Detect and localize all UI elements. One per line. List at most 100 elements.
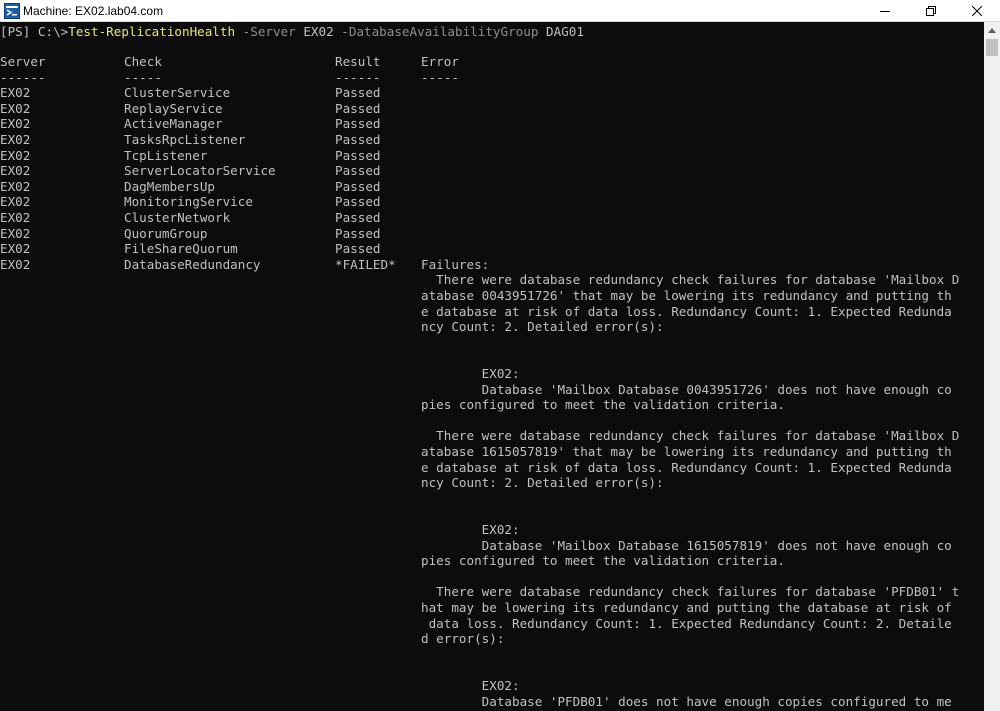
console-output[interactable]: [PS] C:\>Test-ReplicationHealth -Server … [0,22,984,711]
table-header: Server Check Result Error [0,54,984,70]
error-line: There were database redundancy check fai… [421,428,960,444]
error-line: Database 'PFDB01' does not have enough c… [421,693,952,709]
dag-parameter: -DatabaseAvailabilityGroup [341,24,539,39]
minimize-icon [880,11,890,12]
powershell-app-icon [4,3,20,19]
server-cell: EX02 [0,210,31,225]
check-cell: QuorumGroup [124,225,208,241]
error-line: pies configured to meet the validation c… [421,397,785,413]
server-cell: EX02 [0,132,31,147]
table-row: EX02 FileShareQuorum Passed [0,241,984,257]
table-row: EX02 MonitoringService Passed [0,194,984,210]
table-row: EX02 TasksRpcListener Passed [0,132,984,148]
server-value: EX02 [303,24,334,39]
error-line: There were database redundancy check fai… [421,584,960,600]
result-cell: Passed [335,147,381,163]
server-cell: EX02 [0,194,31,210]
error-line: EX02: [421,366,520,381]
result-cell: Passed [335,225,381,241]
table-row: EX02 ServerLocatorService Passed [0,163,984,179]
result-cell: Passed [335,163,381,179]
restore-button[interactable] [908,0,954,22]
table-row: EX02 ClusterNetwork Passed [0,210,984,226]
error-line: Database 'Mailbox Database 1615057819' d… [421,537,952,553]
error-line: Failures: [421,256,490,272]
header-check: Check [124,54,162,69]
check-cell: ActiveManager [124,116,223,132]
error-line: EX02: [421,522,520,537]
scroll-thumb[interactable] [986,39,998,56]
server-cell: EX02 [0,256,31,272]
server-parameter: -Server [242,24,296,39]
restore-icon [926,6,936,16]
server-cell: EX02 [0,241,31,257]
error-line: ncy Count: 2. Detailed error(s): [421,319,664,335]
table-row: EX02 ActiveManager Passed [0,116,984,132]
close-button[interactable] [954,0,1000,22]
table-row: EX02 DagMembersUp Passed [0,179,984,195]
result-cell: Passed [335,194,381,210]
error-line: pies configured to meet the validation c… [421,553,785,569]
result-cell: Passed [335,178,381,194]
check-cell: DagMembersUp [124,178,215,194]
error-line: atabase 0043951726' that may be lowering… [421,288,952,303]
table-row: EX02 ClusterService Passed [0,85,984,101]
result-cell: Passed [335,132,381,147]
table-row: EX02 QuorumGroup Passed [0,226,984,242]
result-cell: *FAILED* [335,256,396,272]
server-cell: EX02 [0,100,31,116]
prompt-text: [PS] C:\> [0,24,69,39]
check-cell: TasksRpcListener [124,132,246,147]
title-bar[interactable]: Machine: EX02.lab04.com [0,0,1000,22]
check-cell: ClusterService [124,85,231,101]
separator-result: ------ [335,69,381,85]
error-line: Database 'Mailbox Database 0043951726' d… [421,381,952,397]
separator-check: ----- [124,69,162,85]
header-server: Server [0,54,46,69]
separator-error: ----- [421,69,459,85]
vertical-scrollbar[interactable] [984,22,1000,711]
error-line: e database at risk of data loss. Redunda… [421,303,952,319]
cmdlet-name: Test-ReplicationHealth [68,24,236,39]
chevron-up-icon [988,27,996,33]
check-cell: TcpListener [124,147,208,163]
server-cell: EX02 [0,163,31,179]
server-cell: EX02 [0,85,31,101]
close-icon [972,6,982,16]
check-cell: ReplayService [124,100,223,116]
check-cell: ServerLocatorService [124,163,276,179]
check-cell: MonitoringService [124,194,253,210]
error-line: ncy Count: 2. Detailed error(s): [421,475,664,491]
command-line: [PS] C:\>Test-ReplicationHealth -Server … [0,24,584,40]
minimize-button[interactable] [862,0,908,22]
result-cell: Passed [335,116,381,132]
table-separator: ------ ----- ------ ----- [0,70,984,86]
header-result: Result [335,54,381,69]
error-line: hat may be lowering its redundancy and p… [421,600,952,615]
server-cell: EX02 [0,178,31,194]
server-cell: EX02 [0,147,31,163]
header-error: Error [421,54,459,69]
check-cell: DatabaseRedundancy [124,256,261,272]
error-line: atabase 1615057819' that may be lowering… [421,444,952,459]
check-cell: FileShareQuorum [124,241,238,257]
table-row: EX02 DatabaseRedundancy *FAILED* [0,257,984,273]
separator-server: ------ [0,69,46,85]
result-cell: Passed [335,210,381,225]
check-cell: ClusterNetwork [124,210,231,225]
server-cell: EX02 [0,116,31,132]
result-cell: Passed [335,100,381,116]
result-cell: Passed [335,241,381,257]
window-title: Machine: EX02.lab04.com [23,4,164,18]
error-line: There were database redundancy check fai… [421,272,960,288]
error-line: EX02: [421,678,520,693]
result-cell: Passed [335,85,381,101]
table-row: EX02 TcpListener Passed [0,148,984,164]
server-cell: EX02 [0,225,31,241]
dag-value: DAG01 [546,24,584,39]
error-line: d error(s): [421,631,505,647]
error-line: e database at risk of data loss. Redunda… [421,459,952,475]
error-line: data loss. Redundancy Count: 1. Expected… [421,615,952,631]
scroll-up-button[interactable] [984,22,1000,38]
table-row: EX02 ReplayService Passed [0,101,984,117]
